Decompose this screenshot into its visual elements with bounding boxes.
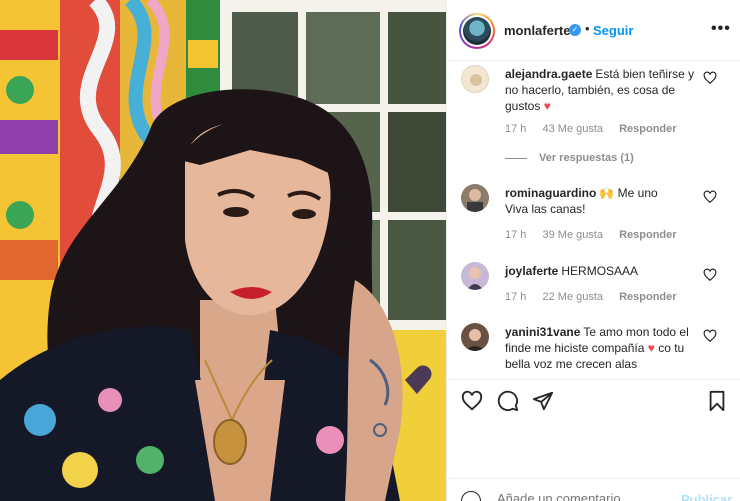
commenter-avatar[interactable]	[461, 323, 489, 351]
comment-text: rominaguardino 🙌 Me uno Viva las canas!	[505, 185, 701, 217]
reply-button[interactable]: Responder	[619, 229, 676, 241]
comment-body: HERMOSAAA	[561, 264, 639, 278]
commenter-avatar[interactable]	[461, 65, 489, 93]
more-options-icon[interactable]: •••	[711, 20, 731, 38]
comment-item: joylaferte HERMOSAAA 17 h 22 Me gusta Res…	[461, 262, 731, 312]
comment-likes[interactable]: 22 Me gusta	[542, 291, 603, 303]
comment-input[interactable]	[497, 491, 667, 501]
paper-plane-icon[interactable]	[532, 390, 554, 412]
commenter-avatar[interactable]	[461, 184, 489, 212]
author-avatar[interactable]	[459, 13, 495, 49]
comments-list[interactable]: alejandra.gaete Está bien teñirse y no ha…	[447, 61, 740, 379]
comment-item: yanini31vane Te amo mon todo el finde me …	[461, 323, 731, 379]
follow-button[interactable]: Seguir	[593, 23, 633, 38]
comment-likes[interactable]: 43 Me gusta	[542, 123, 603, 135]
commenter-username[interactable]: yanini31vane	[505, 325, 580, 339]
comment-meta: 17 h 39 Me gusta Responder	[505, 229, 690, 241]
bookmark-icon[interactable]	[706, 390, 728, 412]
comment-item: rominaguardino 🙌 Me uno Viva las canas! 1…	[461, 184, 731, 244]
emoji-icon[interactable]	[461, 491, 481, 501]
header-separator: •	[585, 21, 590, 36]
red-heart-emoji: ♥	[543, 99, 551, 113]
raising-hands-emoji: 🙌	[599, 186, 615, 200]
post-actions-bar	[447, 379, 740, 421]
comment-body-line2: Viva las canas!	[505, 202, 586, 216]
author-username[interactable]: monlaferte	[504, 23, 570, 38]
view-replies-button[interactable]: Ver respuestas (1)	[505, 152, 634, 164]
red-heart-emoji: ♥	[647, 341, 655, 355]
add-comment-bar: Publicar	[447, 478, 740, 501]
publish-button[interactable]: Publicar	[681, 492, 732, 501]
comment-time[interactable]: 17 h	[505, 229, 526, 241]
comment-like-heart-icon[interactable]	[703, 268, 717, 282]
comment-meta: 17 h 22 Me gusta Responder	[505, 291, 690, 303]
comment-like-heart-icon[interactable]	[703, 190, 717, 204]
comment-icon[interactable]	[497, 390, 519, 412]
comment-text: yanini31vane Te amo mon todo el finde me …	[505, 324, 701, 372]
comment-text: joylaferte HERMOSAAA	[505, 263, 701, 279]
comment-meta: 17 h 43 Me gusta Responder	[505, 123, 690, 135]
post-photo[interactable]	[0, 0, 446, 501]
comment-time[interactable]: 17 h	[505, 123, 526, 135]
verified-badge-icon: ✓	[569, 24, 581, 36]
post-header: monlaferte ✓ • Seguir •••	[447, 0, 740, 61]
post-photo-illustration	[0, 0, 446, 501]
reply-button[interactable]: Responder	[619, 123, 676, 135]
replies-divider	[505, 157, 527, 159]
commenter-username[interactable]: alejandra.gaete	[505, 67, 592, 81]
commenter-username[interactable]: rominaguardino	[505, 186, 596, 200]
post-panel: monlaferte ✓ • Seguir ••• alejandra.gaet…	[446, 0, 740, 501]
heart-icon[interactable]	[461, 390, 483, 412]
comment-time[interactable]: 17 h	[505, 291, 526, 303]
reply-button[interactable]: Responder	[619, 291, 676, 303]
comment-body: Me uno	[617, 186, 658, 200]
comment-likes[interactable]: 39 Me gusta	[542, 229, 603, 241]
comment-like-heart-icon[interactable]	[703, 71, 717, 85]
comment-item: alejandra.gaete Está bien teñirse y no ha…	[461, 65, 731, 165]
view-replies-label: Ver respuestas (1)	[539, 152, 634, 164]
commenter-avatar[interactable]	[461, 262, 489, 290]
comment-like-heart-icon[interactable]	[703, 329, 717, 343]
comment-text: alejandra.gaete Está bien teñirse y no ha…	[505, 66, 701, 114]
commenter-username[interactable]: joylaferte	[505, 264, 558, 278]
